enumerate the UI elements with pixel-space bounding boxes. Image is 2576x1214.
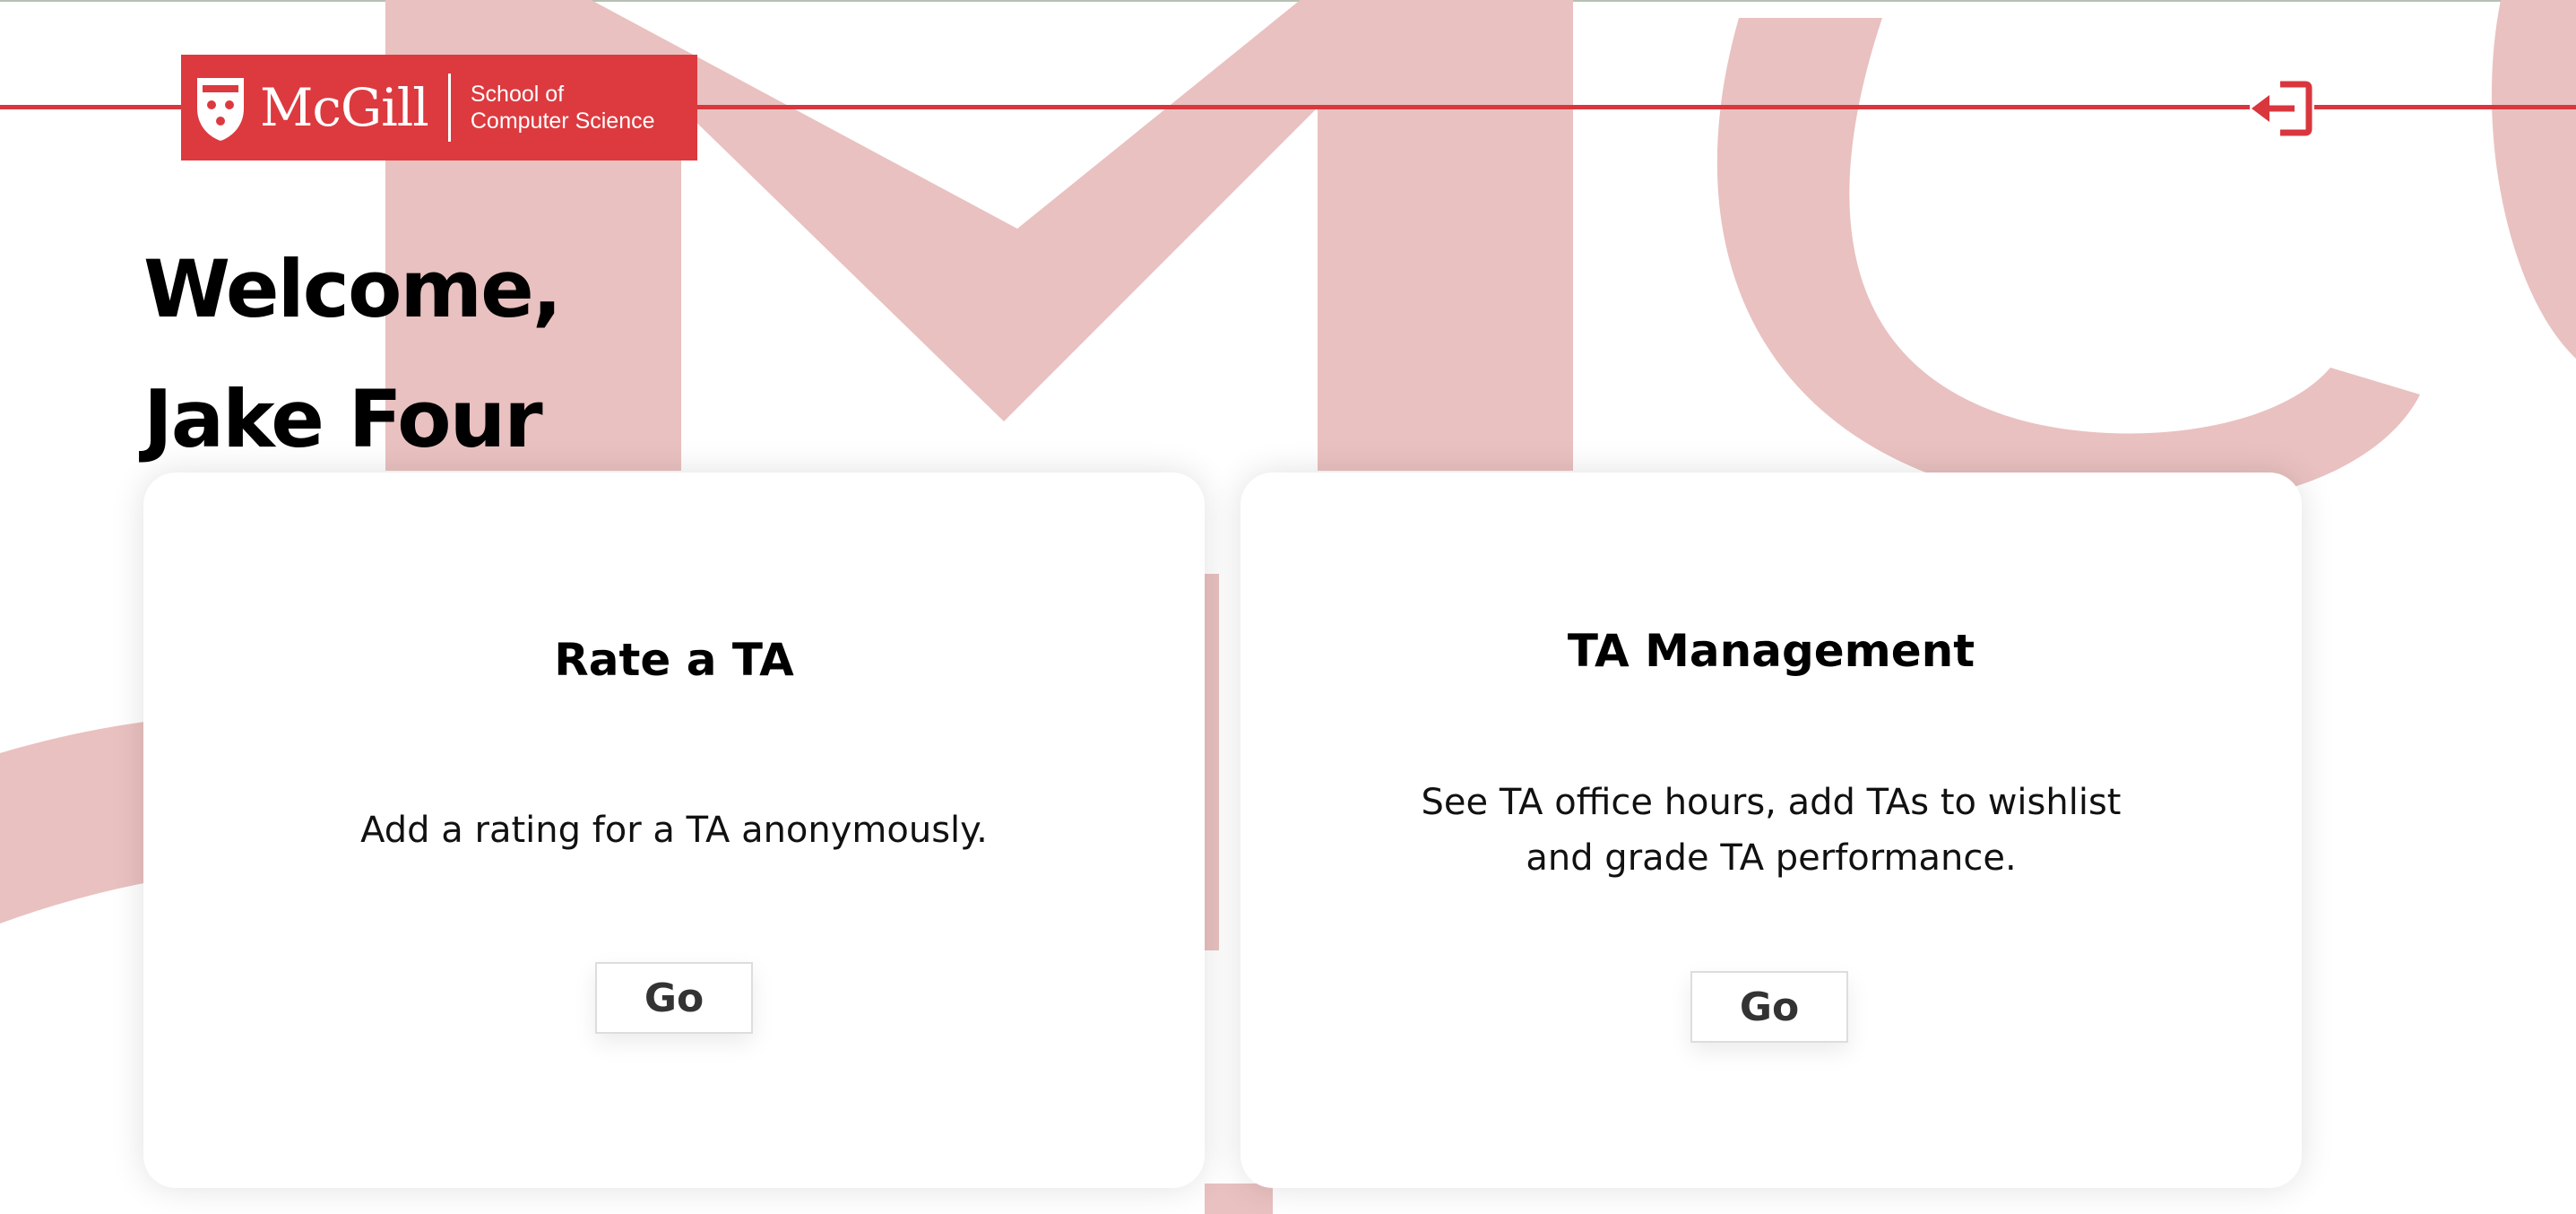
ta-management-go-button[interactable]: Go xyxy=(1690,971,1848,1043)
card-description: See TA office hours, add TAs to wishlist… xyxy=(1240,775,2302,886)
ta-management-card: TA Management See TA office hours, add T… xyxy=(1240,473,2302,1188)
logo-dept: School of Computer Science xyxy=(471,81,655,134)
card-description-line: Add a rating for a TA anonymously. xyxy=(360,810,988,851)
logout-icon[interactable] xyxy=(2250,79,2314,138)
logo-dept-line1: School of xyxy=(470,82,565,107)
logo-divider xyxy=(447,74,451,142)
shield-icon xyxy=(197,78,244,141)
logo-wordmark: McGill xyxy=(260,77,429,138)
user-name: Jake Four xyxy=(143,373,543,465)
welcome-heading: Welcome, Jake Four xyxy=(143,224,562,484)
rate-ta-card: Rate a TA Add a rating for a TA anonymou… xyxy=(143,473,1205,1188)
welcome-line: Welcome, xyxy=(143,243,562,335)
card-description-line: See TA office hours, add TAs to wishlist xyxy=(1421,782,2122,823)
card-title: TA Management xyxy=(1567,625,1975,677)
logo-dept-line2: Computer Science xyxy=(470,108,655,134)
rate-ta-go-button[interactable]: Go xyxy=(595,962,753,1034)
card-description: Add a rating for a TA anonymously. xyxy=(143,802,1205,858)
mcgill-logo[interactable]: McGill School of Computer Science xyxy=(181,55,697,160)
card-description-line: and grade TA performance. xyxy=(1526,837,2017,879)
card-title: Rate a TA xyxy=(554,634,794,686)
